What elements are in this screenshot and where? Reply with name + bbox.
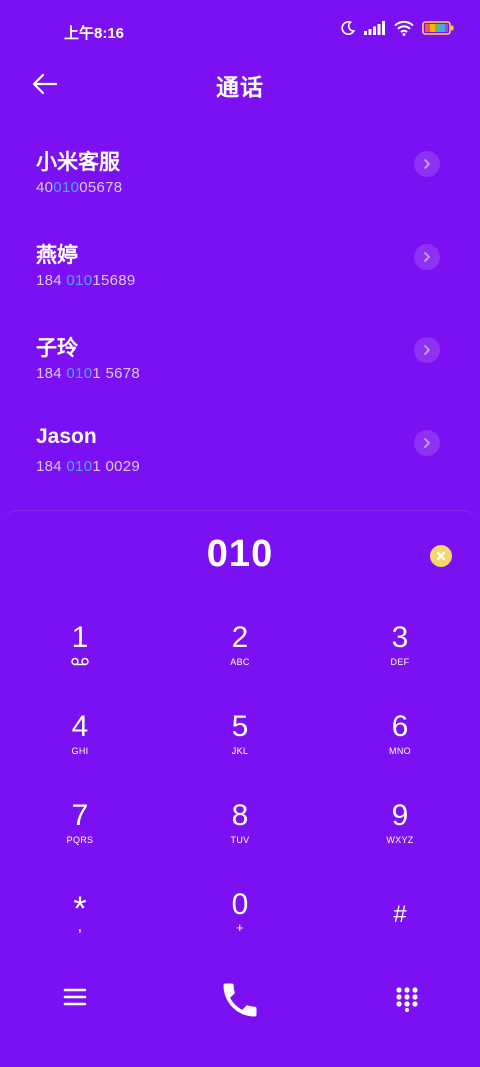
key-7[interactable]: 7 PQRS [20,799,140,879]
chevron-right-icon [424,252,430,262]
voicemail-icon [20,657,140,668]
key-digit: 8 [231,799,249,832]
key-letters: ABC [230,657,250,667]
number-part: 15689 [92,272,136,289]
contact-name: 燕婷 [36,244,78,267]
key-letters: DEF [390,657,410,667]
contact-detail-button[interactable] [414,151,440,177]
number-part: 184 [36,458,67,475]
key-digit: 1 [71,621,89,654]
key-digit: 0 [231,888,249,921]
key-digit: 4 [71,710,89,743]
contact-number: 184 01015689 [36,272,136,289]
signal-icon [364,21,386,35]
key-6[interactable]: 6 MNO [340,710,460,790]
status-bar: 上午8:16 [0,0,480,62]
clear-button[interactable] [430,545,452,567]
key-9[interactable]: 9 WXYZ [340,799,460,879]
bottom-bar [0,983,480,1066]
contact-number: 4001005678 [36,179,122,196]
key-letters: MNO [389,746,411,756]
key-letters: + [236,920,244,935]
key-letters: , [77,918,83,935]
key-letters: GHI [71,746,89,756]
phone-icon [223,983,257,1017]
contact-item[interactable]: 子玲 184 0101 5678 [0,312,480,405]
header: 通话 [0,62,480,106]
contact-item[interactable]: 小米客服 4001005678 [0,126,480,219]
moon-icon [340,20,356,36]
key-hash[interactable]: # [340,888,460,968]
key-digit: 3 [391,621,409,654]
key-digit: 6 [391,710,409,743]
key-letters: PQRS [66,835,94,845]
chevron-right-icon [424,438,430,448]
key-0[interactable]: 0 + [180,888,300,968]
key-1[interactable]: 1 [20,621,140,701]
contact-name: 小米客服 [36,151,120,174]
contact-name: Jason [36,425,97,448]
contact-detail-button[interactable] [414,337,440,363]
key-digit: # [393,901,407,928]
number-part: 184 [36,365,67,382]
key-2[interactable]: 2 ABC [180,621,300,701]
call-button[interactable] [218,978,262,1022]
key-3[interactable]: 3 DEF [340,621,460,701]
number-part: 05678 [79,179,123,196]
key-8[interactable]: 8 TUV [180,799,300,879]
dialed-number[interactable]: 010 [0,533,480,576]
number-part: 40 [36,179,54,196]
dialpad-toggle-button[interactable] [394,986,420,1012]
key-digit: 5 [231,710,249,743]
page-title: 通话 [216,74,264,100]
number-match: 010 [66,458,93,475]
key-letters: WXYZ [386,835,414,845]
contact-number: 184 0101 0029 [36,458,140,475]
contact-number: 184 0101 5678 [36,365,140,382]
close-icon [436,551,446,561]
chevron-right-icon [424,345,430,355]
key-5[interactable]: 5 JKL [180,710,300,790]
key-star[interactable]: * , [20,888,140,968]
key-letters: JKL [231,746,249,756]
contact-item[interactable]: Jason 184 0101 0029 [0,405,480,498]
key-digit: 2 [231,621,249,654]
number-match: 010 [66,272,93,289]
contact-detail-button[interactable] [414,244,440,270]
number-part: 1 0029 [92,458,141,475]
key-digit: 9 [391,799,409,832]
key-4[interactable]: 4 GHI [20,710,140,790]
key-letters: TUV [230,835,250,845]
key-digit: 7 [71,799,89,832]
contact-detail-button[interactable] [414,430,440,456]
number-part: 1 5678 [92,365,141,382]
battery-icon [422,20,454,36]
wifi-icon [394,20,414,36]
status-icons [340,20,454,36]
chevron-right-icon [424,159,430,169]
number-match: 010 [53,179,80,196]
status-time: 上午8:16 [64,25,125,42]
contact-name: 子玲 [36,337,78,360]
contact-list: 小米客服 4001005678 燕婷 184 01015689 子玲 184 0… [0,126,480,498]
menu-button[interactable] [62,984,88,1010]
contact-item[interactable]: 燕婷 184 01015689 [0,219,480,312]
number-match: 010 [66,365,93,382]
dialpad-icon [396,987,418,1012]
number-part: 184 [36,272,67,289]
menu-icon [63,988,87,1006]
